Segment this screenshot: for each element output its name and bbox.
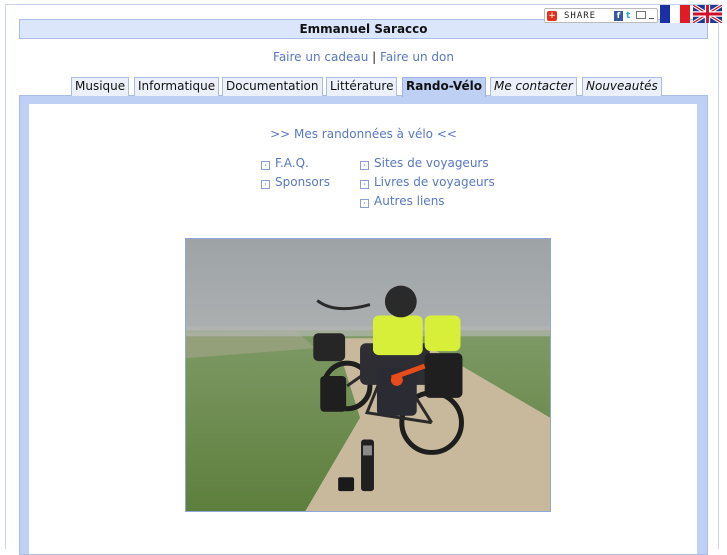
nav-faq[interactable]: › F.A.Q.: [261, 155, 309, 171]
gift-link[interactable]: Faire un cadeau: [273, 50, 368, 64]
nav-faq-label: F.A.Q.: [275, 156, 309, 170]
share-label: SHARE: [564, 11, 597, 21]
section-title-link[interactable]: >> Mes randonnées à vélo <<: [0, 126, 727, 142]
plus-icon: +: [547, 11, 557, 21]
email-icon[interactable]: [636, 11, 646, 19]
nav-sponsors-label: Sponsors: [275, 175, 330, 189]
nav-livres-label: Livres de voyageurs: [374, 175, 495, 189]
share-button[interactable]: + SHARE f t: [544, 8, 658, 23]
tab-litterature[interactable]: Littérature: [326, 77, 398, 96]
tab-informatique[interactable]: Informatique: [134, 77, 220, 96]
arrow-bullet-icon: ›: [360, 161, 369, 170]
twitter-icon[interactable]: t: [626, 11, 634, 21]
arrow-bullet-icon: ›: [261, 180, 270, 189]
nav-autres-liens[interactable]: › Autres liens: [360, 193, 445, 209]
flag-uk-icon[interactable]: [693, 5, 722, 23]
flag-fr-icon[interactable]: [660, 5, 690, 23]
tab-nouveautes[interactable]: Nouveautés: [582, 77, 662, 96]
tab-rando-velo[interactable]: Rando-Vélo: [402, 77, 486, 97]
tab-me-contacter[interactable]: Me contacter: [490, 77, 577, 96]
more-icon[interactable]: [649, 18, 654, 19]
arrow-bullet-icon: ›: [360, 180, 369, 189]
nav-autres-label: Autres liens: [374, 194, 445, 208]
nav-sites-voyageurs[interactable]: › Sites de voyageurs: [360, 155, 489, 171]
tab-documentation[interactable]: Documentation: [222, 77, 323, 96]
touring-bike-photo: [185, 238, 551, 512]
arrow-bullet-icon: ›: [360, 199, 369, 208]
support-links: Faire un cadeau | Faire un don: [0, 49, 727, 65]
nav-sites-label: Sites de voyageurs: [374, 156, 489, 170]
nav-sponsors[interactable]: › Sponsors: [261, 174, 330, 190]
nav-livres-voyageurs[interactable]: › Livres de voyageurs: [360, 174, 495, 190]
donate-link[interactable]: Faire un don: [380, 50, 454, 64]
arrow-bullet-icon: ›: [261, 161, 270, 170]
facebook-icon[interactable]: f: [614, 11, 623, 21]
tab-musique[interactable]: Musique: [71, 77, 130, 96]
link-separator: |: [372, 50, 377, 64]
